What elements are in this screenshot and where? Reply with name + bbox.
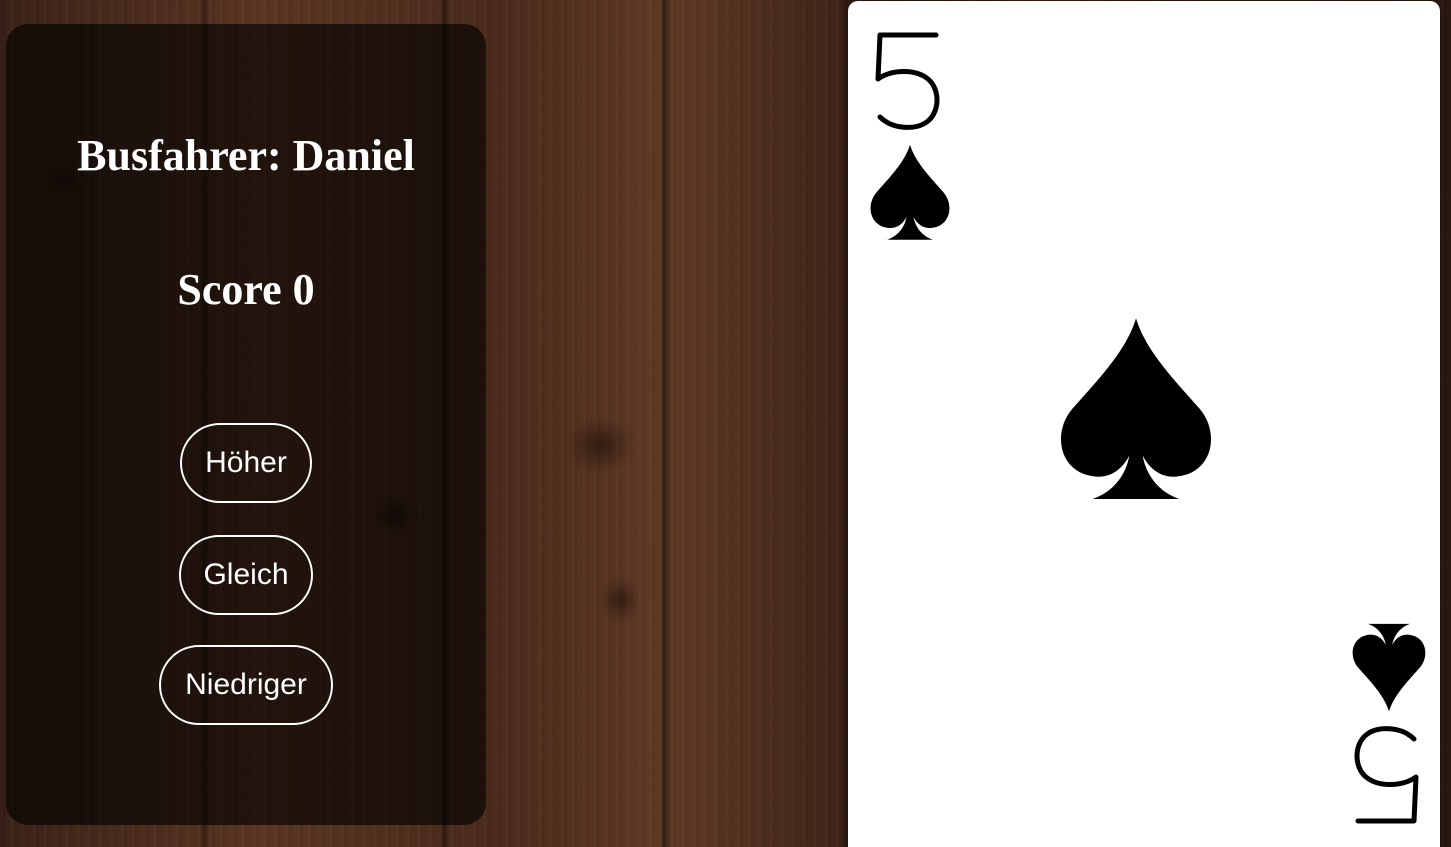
page-title: Busfahrer: Daniel xyxy=(77,131,415,180)
wood-knot xyxy=(600,575,640,625)
higher-button[interactable]: Höher xyxy=(180,423,312,503)
spade-icon xyxy=(1352,623,1426,712)
score-label: Score 0 xyxy=(177,265,315,314)
card-rank-bottom xyxy=(1354,726,1419,824)
spade-icon xyxy=(870,144,950,240)
spade-icon xyxy=(1060,318,1212,499)
card-rank-top xyxy=(875,32,940,130)
wood-knot xyxy=(565,415,635,475)
playing-card xyxy=(848,1,1440,847)
equal-button[interactable]: Gleich xyxy=(179,535,313,615)
lower-button[interactable]: Niedriger xyxy=(159,645,333,725)
